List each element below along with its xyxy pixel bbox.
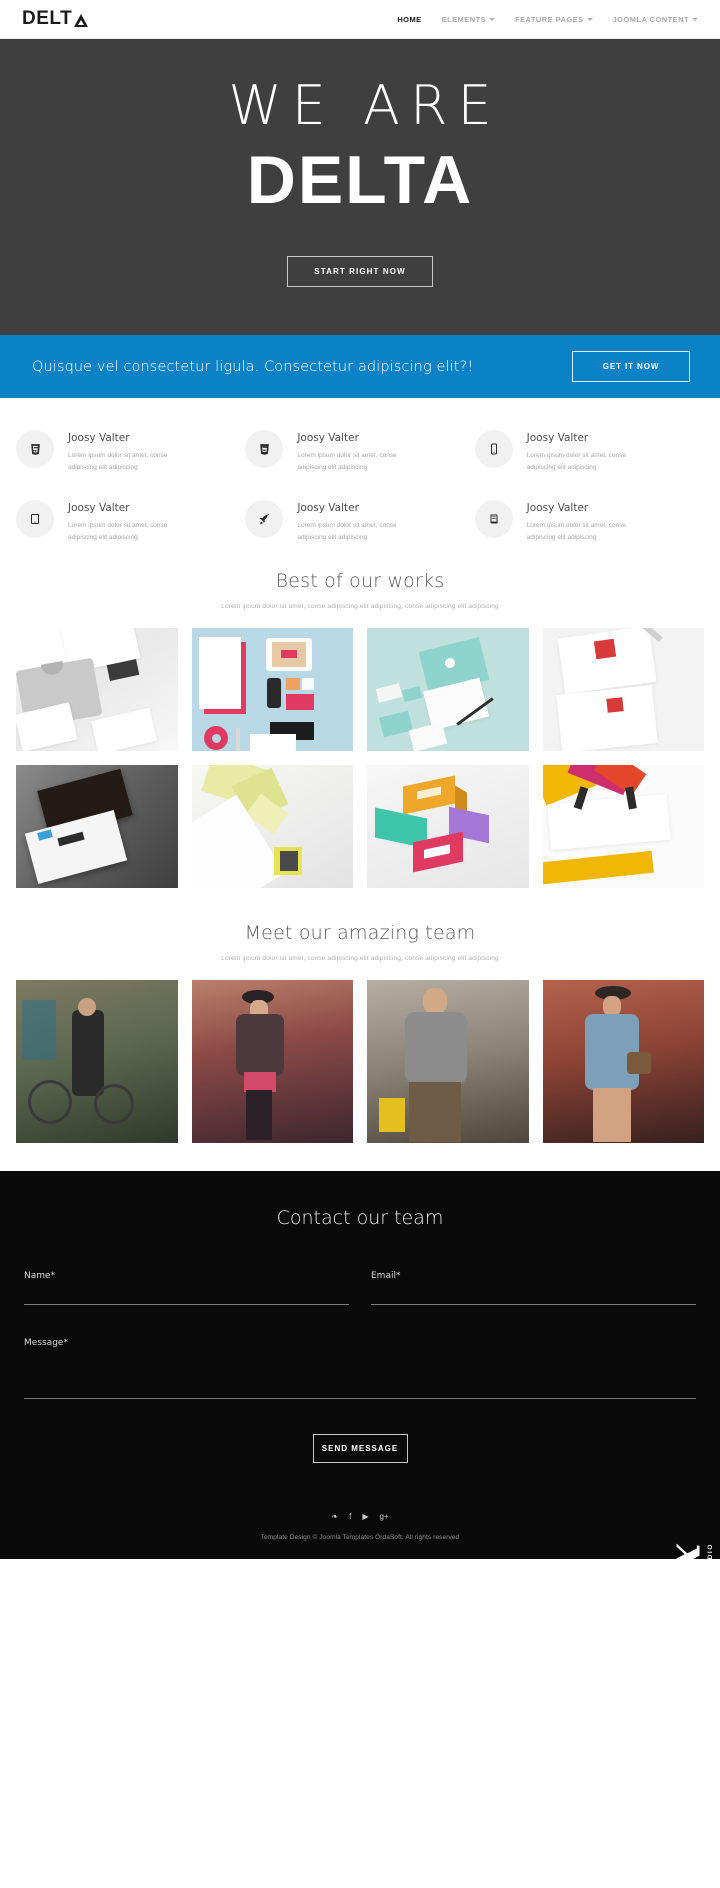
feature-body: Joosy Valter Lorem ipsum dolor sit amet,… — [527, 500, 655, 544]
feature-description: Lorem ipsum dolor sit amet, conse adipis… — [297, 452, 397, 472]
work-item-colored-logo-boxes[interactable] — [367, 765, 529, 889]
works-title: Best of our works — [275, 570, 445, 593]
start-right-now-button[interactable]: START RIGHT NOW — [287, 256, 433, 288]
get-it-now-button[interactable]: GET IT NOW — [572, 351, 690, 382]
feature-description: Lorem ipsum dolor sit amet, conse adipis… — [68, 452, 168, 472]
main-navigation: HOME ELEMENTS FEATURE PAGES JOOMLA CONTE… — [397, 15, 698, 24]
nav-label: FEATURE PAGES — [515, 14, 584, 24]
feature-item[interactable]: Joosy Valter Lorem ipsum dolor sit amet,… — [16, 430, 245, 474]
name-input[interactable] — [24, 1292, 349, 1305]
logo-text: DELT — [22, 8, 73, 29]
feature-item[interactable]: Joosy Valter Lorem ipsum dolor sit amet,… — [474, 430, 704, 474]
work-item-red-stamp-letterhead[interactable] — [542, 628, 704, 752]
youtube-icon[interactable]: ▶ — [362, 1513, 368, 1521]
team-member-bearded-man-bicycle[interactable] — [16, 980, 178, 1144]
landing-page: DELT HOME ELEMENTS FEATURE PAGES JOOMLA … — [0, 0, 720, 1749]
feature-title: Joosy Valter — [68, 502, 130, 515]
team-grid — [0, 980, 720, 1144]
facebook-icon[interactable]: f — [349, 1513, 351, 1521]
nav-item-feature-pages[interactable]: FEATURE PAGES — [515, 15, 593, 24]
chevron-down-icon — [692, 17, 698, 21]
feature-body: Joosy Valter Lorem ipsum dolor sit amet,… — [297, 430, 425, 474]
triangle-icon — [74, 13, 89, 27]
email-field-group: Email* — [371, 1271, 696, 1306]
feature-title: Joosy Valter — [68, 432, 130, 444]
email-label: Email* — [371, 1271, 401, 1282]
work-item-magenta-yellow-envelope[interactable] — [542, 765, 704, 889]
portfolio-grid — [0, 628, 720, 889]
feature-title: Joosy Valter — [526, 502, 589, 515]
cta-text: Quisque vel consectetur ligula. Consecte… — [32, 358, 474, 375]
team-title: Meet our amazing team — [244, 922, 476, 945]
send-message-button[interactable]: SEND MESSAGE — [312, 1434, 408, 1464]
feature-item[interactable]: Joosy Valter Lorem ipsum dolor sit amet,… — [474, 500, 704, 544]
work-item-yellow-folded-paper[interactable] — [191, 765, 353, 889]
google-plus-icon[interactable]: g+ — [379, 1513, 388, 1521]
name-field-group: Name* — [24, 1271, 349, 1306]
site-logo[interactable]: DELT — [22, 8, 89, 30]
team-member-woman-denim-dress[interactable] — [542, 980, 704, 1144]
chevron-down-icon — [586, 17, 593, 21]
name-label: Name* — [24, 1271, 56, 1282]
message-field-group: Message* — [24, 1338, 696, 1404]
feature-item[interactable]: Joosy Valter Lorem ipsum dolor sit amet,… — [245, 430, 474, 474]
hero-section: WE ARE DELTA START RIGHT NOW — [0, 39, 720, 335]
nav-label: JOOMLA CONTENT — [612, 14, 689, 24]
team-section-header: Meet our amazing team Lorem ipsum dolor … — [0, 922, 720, 962]
html5-icon — [245, 430, 284, 468]
copyright-text: Template Design © Joomla Templates OrdaS… — [260, 1534, 460, 1542]
feature-title: Joosy Valter — [297, 432, 359, 444]
features-grid: Joosy Valter Lorem ipsum dolor sit amet,… — [0, 398, 720, 554]
rocket-icon — [245, 500, 284, 539]
feature-description: Lorem ipsum dolor sit amet, conse adipis… — [526, 522, 627, 542]
mobile-icon — [474, 430, 513, 468]
feature-title: Joosy Valter — [297, 502, 359, 515]
works-section-header: Best of our works Lorem ipsum dolor sit … — [0, 570, 720, 610]
work-item-grey-tshirt-stationery[interactable] — [16, 628, 178, 752]
watermark-tagline: CREATIVE WEB STUDIO — [707, 1543, 714, 1650]
hero-headline-main: DELTA — [246, 142, 474, 218]
work-item-dark-business-cards[interactable] — [16, 765, 178, 889]
twitter-icon[interactable]: ❧ — [331, 1513, 338, 1521]
cta-banner: Quisque vel consectetur ligula. Consecte… — [0, 335, 720, 398]
feature-body: Joosy Valter Lorem ipsum dolor sit amet,… — [297, 500, 425, 544]
site-header: DELT HOME ELEMENTS FEATURE PAGES JOOMLA … — [0, 0, 720, 39]
send-button-wrap: SEND MESSAGE — [24, 1434, 696, 1464]
team-subtitle: Lorem ipsum dolor sit amet, conse adipis… — [221, 955, 499, 963]
chevron-down-icon — [489, 17, 496, 21]
nav-item-elements[interactable]: ELEMENTS — [441, 14, 496, 24]
work-item-pink-white-branding-set[interactable] — [191, 628, 353, 752]
contact-form-row: Name* Email* — [24, 1271, 696, 1306]
feature-title: Joosy Valter — [526, 432, 589, 444]
feature-item[interactable]: Joosy Valter Lorem ipsum dolor sit amet,… — [16, 500, 245, 544]
nav-label: HOME — [397, 14, 422, 24]
contact-title: Contact our team — [276, 1207, 444, 1230]
feature-body: Joosy Valter Lorem ipsum dolor sit amet,… — [68, 500, 196, 544]
work-item-mint-stationery-mockup[interactable] — [367, 628, 529, 752]
works-subtitle: Lorem ipsum dolor sit amet, conse adipis… — [221, 603, 499, 611]
team-member-woman-hat-bridge[interactable] — [191, 980, 353, 1144]
nav-item-joomla-content[interactable]: JOOMLA CONTENT — [613, 15, 698, 24]
nav-label: ELEMENTS — [441, 14, 487, 24]
message-input[interactable] — [24, 1355, 696, 1400]
feature-description: Lorem ipsum dolor sit amet, conse adipis… — [526, 452, 627, 472]
feature-body: Joosy Valter Lorem ipsum dolor sit amet,… — [527, 430, 655, 474]
css3-icon — [16, 430, 54, 468]
book-icon — [474, 500, 513, 539]
watermark-brand: JoomFox — [659, 1545, 710, 1749]
feature-item[interactable]: Joosy Valter Lorem ipsum dolor sit amet,… — [245, 500, 474, 544]
feature-description: Lorem ipsum dolor sit amet, conse adipis… — [297, 522, 397, 542]
tablet-icon — [16, 500, 54, 539]
feature-body: Joosy Valter Lorem ipsum dolor sit amet,… — [68, 430, 196, 474]
contact-section: Contact our team Name* Email* Message* S… — [0, 1171, 720, 1749]
social-links: ❧ f ▶ g+ — [24, 1513, 696, 1521]
feature-description: Lorem ipsum dolor sit amet, conse adipis… — [68, 522, 168, 542]
email-input[interactable] — [371, 1292, 696, 1305]
team-member-man-grey-sweater[interactable] — [367, 980, 529, 1144]
message-label: Message* — [24, 1338, 68, 1349]
hero-headline-top: WE ARE — [228, 74, 502, 137]
nav-item-home[interactable]: HOME — [397, 15, 421, 24]
